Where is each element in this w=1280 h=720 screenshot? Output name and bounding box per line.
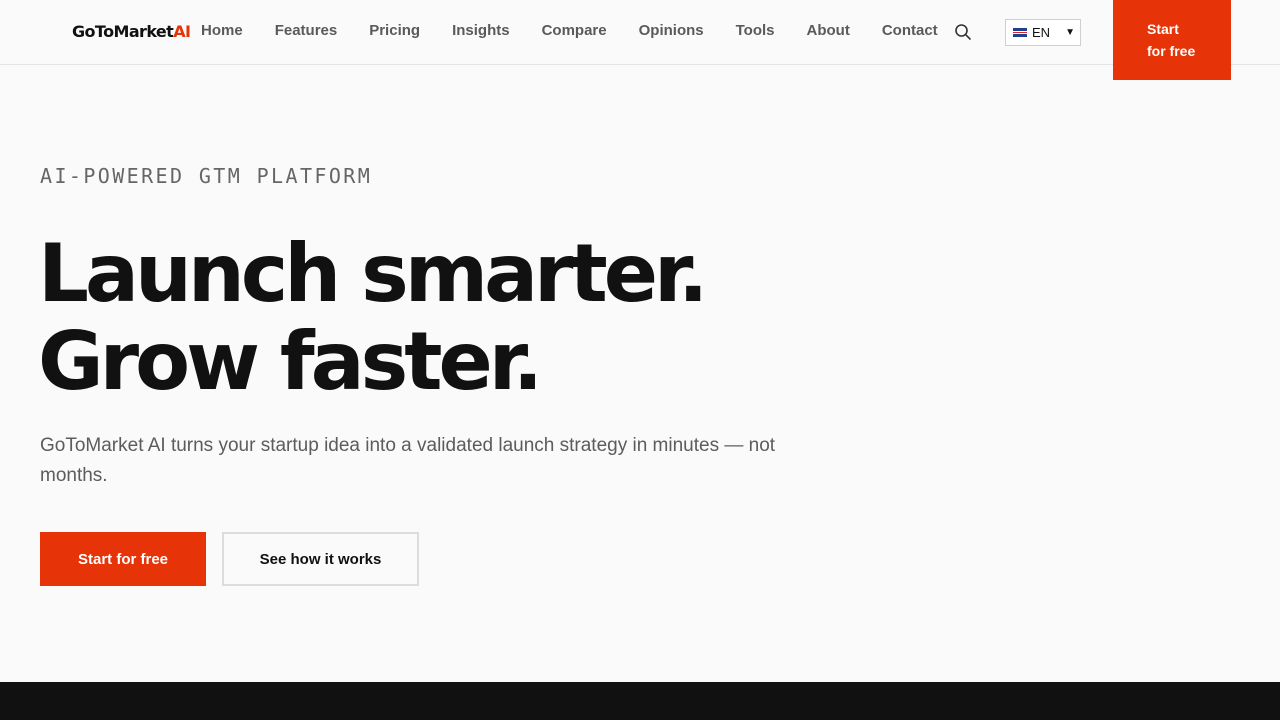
nav-item-about[interactable]: About xyxy=(807,22,850,39)
see-how-it-works-label: See how it works xyxy=(259,550,382,568)
hero-headline-line1: Launch smarter. xyxy=(38,227,708,320)
top-navbar: GoToMarketAI Home Features Pricing Insig… xyxy=(0,0,1280,80)
main-nav: Home Features Pricing Insights Compare O… xyxy=(201,22,938,39)
nav-item-opinions[interactable]: Opinions xyxy=(639,22,704,39)
nav-item-contact[interactable]: Contact xyxy=(882,22,938,39)
header-start-button[interactable]: Start for free xyxy=(1113,0,1231,80)
start-for-free-button[interactable]: Start for free xyxy=(40,532,206,586)
hero-description: GoToMarket AI turns your startup idea in… xyxy=(40,435,776,486)
hero-headline: Launch smarter. Grow faster. xyxy=(38,227,708,408)
see-how-it-works-button[interactable]: See how it works xyxy=(222,532,419,586)
search-button[interactable] xyxy=(954,23,972,41)
uk-flag-icon xyxy=(1013,28,1027,37)
brand-logo[interactable]: GoToMarketAI xyxy=(72,22,191,41)
hero-headline-line2: Grow faster. xyxy=(38,315,543,408)
nav-item-home[interactable]: Home xyxy=(201,22,243,39)
language-selected: EN xyxy=(1032,25,1051,40)
search-icon xyxy=(955,24,971,40)
header-start-label: Start for free xyxy=(1147,20,1196,60)
chevron-down-icon: ▼ xyxy=(1065,27,1075,38)
nav-item-insights[interactable]: Insights xyxy=(452,22,510,39)
brand-name-accent: AI xyxy=(173,22,191,41)
dark-section-band xyxy=(0,682,1280,720)
nav-item-tools[interactable]: Tools xyxy=(736,22,775,39)
start-for-free-label: Start for free xyxy=(77,550,169,568)
hero-eyebrow: AI-POWERED GTM PLATFORM xyxy=(40,164,373,188)
brand-name: GoToMarket xyxy=(72,22,174,41)
language-select[interactable]: EN ▼ xyxy=(1005,19,1081,46)
nav-item-features[interactable]: Features xyxy=(275,22,338,39)
nav-item-compare[interactable]: Compare xyxy=(542,22,607,39)
nav-item-pricing[interactable]: Pricing xyxy=(369,22,420,39)
